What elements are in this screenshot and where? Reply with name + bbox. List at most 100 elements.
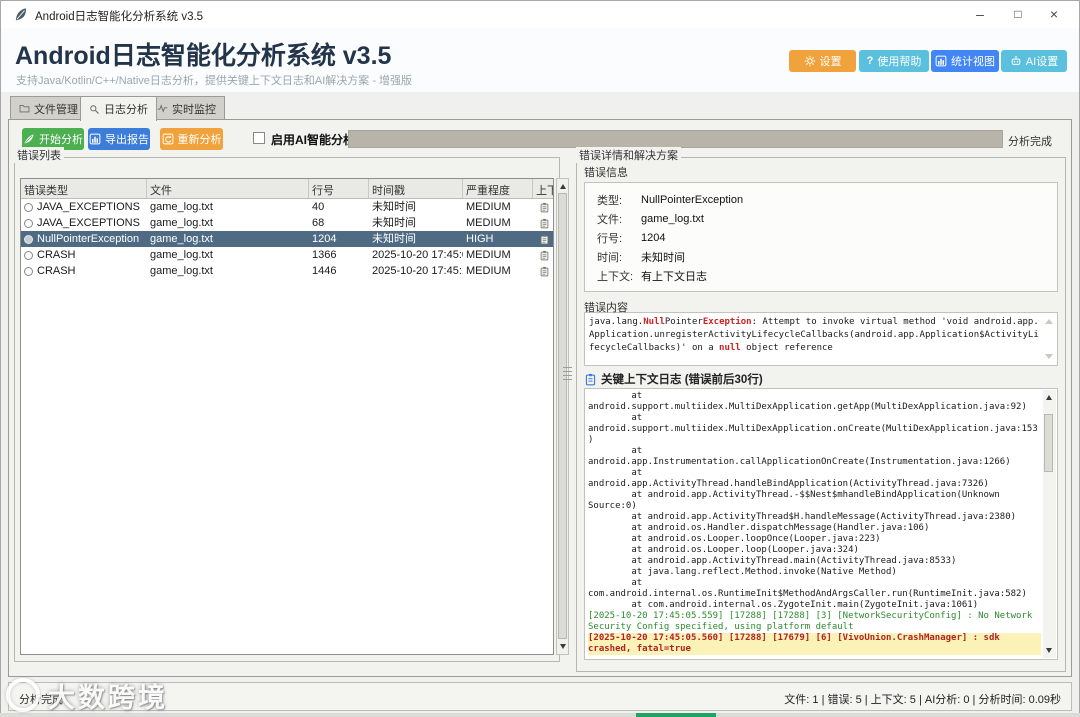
gear-icon xyxy=(804,55,815,67)
error-table-row[interactable]: CRASH game_log.txt 1446 2025-10-20 17:45:1 M… xyxy=(21,263,553,279)
circle-icon xyxy=(24,266,33,276)
scrollbar-thumb[interactable] xyxy=(558,193,567,639)
column-line[interactable]: 行号 xyxy=(309,179,369,198)
export-report-button[interactable]: 导出报告 xyxy=(88,128,150,150)
pen-icon xyxy=(24,134,34,144)
chart-icon xyxy=(89,133,101,145)
log-line: [2025-10-20 17:45:05.559] [17288] [17288… xyxy=(588,611,1033,621)
page-title: Android日志智能化分析系统 v3.5 xyxy=(15,42,392,70)
log-line: at android.os.Looper.loopOnce(Looper.jav… xyxy=(588,534,881,544)
scroll-up-icon[interactable] xyxy=(1045,319,1053,324)
bottom-strip-green xyxy=(636,713,716,717)
clipboard-icon xyxy=(585,373,596,385)
error-content-title: 错误内容 xyxy=(584,302,628,314)
close-button[interactable]: × xyxy=(1035,1,1073,28)
error-list-title: 错误列表 xyxy=(14,147,64,163)
log-line: at xyxy=(588,446,643,456)
log-scrollbar[interactable] xyxy=(1043,390,1056,658)
log-line: android.support.multiidex.MultiDexApplic… xyxy=(588,402,1027,412)
table-scrollbar[interactable] xyxy=(556,178,569,655)
page-subtitle: 支持Java/Kotlin/C++/Native日志分析，提供关键上下文日志和A… xyxy=(16,75,413,87)
log-line: at java.lang.reflect.Method.invoke(Nativ… xyxy=(588,567,897,577)
scroll-up-arrow[interactable] xyxy=(560,184,566,189)
detail-panel-title: 错误详情和解决方案 xyxy=(576,147,681,163)
folder-icon xyxy=(19,104,30,113)
clipboard-icon xyxy=(540,218,548,228)
context-log-text: at android.support.multiidex.MultiDexAppl… xyxy=(588,391,1041,655)
status-bar: 分析完成 文件: 1 | 错误: 5 | 上下文: 5 | AI分析: 0 | … xyxy=(8,682,1072,711)
clipboard-icon xyxy=(540,266,548,276)
app-header: Android日志智能化分析系统 v3.5 支持Java/Kotlin/C++/… xyxy=(1,28,1079,92)
status-left: 分析完成 xyxy=(19,694,63,706)
circle-icon xyxy=(24,234,33,244)
status-right: 文件: 1 | 错误: 5 | 上下文: 5 | AI分析: 0 | 分析时间:… xyxy=(784,694,1061,706)
log-line: at android.app.ActivityThread$H.handleMe… xyxy=(588,512,1017,522)
log-line: at com.android.internal.os.ZygoteInit.ma… xyxy=(588,600,979,610)
error-info-title: 错误信息 xyxy=(584,167,628,179)
error-table-row[interactable]: NullPointerException game_log.txt 1204 未知时间… xyxy=(21,231,553,247)
error-table-body: JAVA_EXCEPTIONS game_log.txt 40 未知时间 MEDIUM J… xyxy=(21,199,553,279)
log-line: at xyxy=(588,413,643,423)
context-log-title: 关键上下文日志 (错误前后30行) xyxy=(601,374,763,386)
window-title: Android日志智能化分析系统 v3.5 xyxy=(35,11,204,23)
info-field: 行号: 1204 xyxy=(597,231,666,245)
window-titlebar: Android日志智能化分析系统 v3.5 – □ × xyxy=(1,1,1079,28)
context-log-box[interactable]: at android.support.multiidex.MultiDexAppl… xyxy=(584,388,1058,660)
tab-file-management[interactable]: 文件管理 xyxy=(10,96,87,120)
ai-settings-button[interactable]: AI设置 xyxy=(1001,50,1067,72)
column-timestamp[interactable]: 时间戳 xyxy=(369,179,463,198)
log-line: at android.os.Looper.loop(Looper.java:32… xyxy=(588,545,859,555)
error-table-row[interactable]: JAVA_EXCEPTIONS game_log.txt 68 未知时间 MEDIUM xyxy=(21,215,553,231)
log-line: android.support.multiidex.MultiDexApplic… xyxy=(588,424,1038,434)
help-button[interactable]: ? 使用帮助 xyxy=(859,50,929,72)
error-table-row[interactable]: CRASH game_log.txt 1366 2025-10-20 17:45:0 M… xyxy=(21,247,553,263)
column-error-type[interactable]: 错误类型 xyxy=(21,179,147,198)
tab-log-analysis[interactable]: 日志分析 xyxy=(80,96,157,121)
column-context[interactable]: 上下 xyxy=(533,179,553,198)
log-line: Source:0) xyxy=(588,501,637,511)
log-line: at android.app.ActivityThread.main(Activ… xyxy=(588,556,957,566)
info-field: 时间: 未知时间 xyxy=(597,251,685,264)
circle-icon xyxy=(24,218,33,228)
error-content-box[interactable]: java.lang.NullPointerException: Attempt … xyxy=(584,312,1058,366)
error-info-box: 类型: NullPointerException 文件: game_log.txt 行号… xyxy=(584,182,1058,292)
log-line: android.app.ActivityThread.handleBindApp… xyxy=(588,479,989,489)
scroll-down-arrow[interactable] xyxy=(1046,648,1052,653)
scroll-down-icon[interactable] xyxy=(1045,354,1053,359)
reanalyze-button[interactable]: 重新分析 xyxy=(160,128,223,150)
circle-icon xyxy=(24,202,33,212)
refresh-icon xyxy=(162,133,173,145)
log-line: at xyxy=(588,391,643,401)
bottom-strip xyxy=(0,713,1080,717)
clipboard-icon xyxy=(540,202,548,212)
error-table: 错误类型 文件 行号 时间戳 严重程度 上下 JAVA_EXCEPTIONSga… xyxy=(20,178,554,655)
app-window: Android日志智能化分析系统 v3.5 – □ × Android日志智能化… xyxy=(0,0,1080,717)
pane-sash[interactable] xyxy=(563,364,572,382)
pulse-icon xyxy=(157,104,168,113)
column-file[interactable]: 文件 xyxy=(147,179,309,198)
clipboard-icon xyxy=(540,234,548,244)
tab-realtime-monitor[interactable]: 实时监控 xyxy=(148,96,225,120)
info-field: 文件: game_log.txt xyxy=(597,212,704,226)
error-content-text: java.lang.NullPointerException: Attempt … xyxy=(589,317,1039,353)
robot-icon xyxy=(1011,55,1021,65)
settings-button[interactable]: 设置 xyxy=(789,50,856,72)
log-line: [2025-10-20 17:45:05.560] [17288] [17679… xyxy=(588,633,1041,644)
circle-icon xyxy=(24,250,33,260)
maximize-button[interactable]: □ xyxy=(999,1,1037,28)
scroll-down-arrow[interactable] xyxy=(560,644,566,649)
error-table-row[interactable]: JAVA_EXCEPTIONS game_log.txt 40 未知时间 MEDIUM xyxy=(21,199,553,215)
scrollbar-thumb[interactable] xyxy=(1044,414,1053,472)
chart-icon xyxy=(935,55,947,67)
scroll-up-arrow[interactable] xyxy=(1046,395,1052,400)
stats-view-button[interactable]: 统计视图 xyxy=(931,50,999,72)
error-table-header: 错误类型 文件 行号 时间戳 严重程度 上下 xyxy=(21,179,553,199)
clipboard-icon xyxy=(540,250,548,260)
column-severity[interactable]: 严重程度 xyxy=(463,179,533,198)
info-field: 上下文: 有上下文日志 xyxy=(597,270,707,283)
question-icon: ? xyxy=(866,55,874,67)
ai-analysis-checkbox[interactable] xyxy=(253,132,265,144)
log-line: at xyxy=(588,468,643,478)
context-log-header: 关键上下文日志 (错误前后30行) xyxy=(584,371,763,387)
minimize-button[interactable]: – xyxy=(961,1,999,28)
